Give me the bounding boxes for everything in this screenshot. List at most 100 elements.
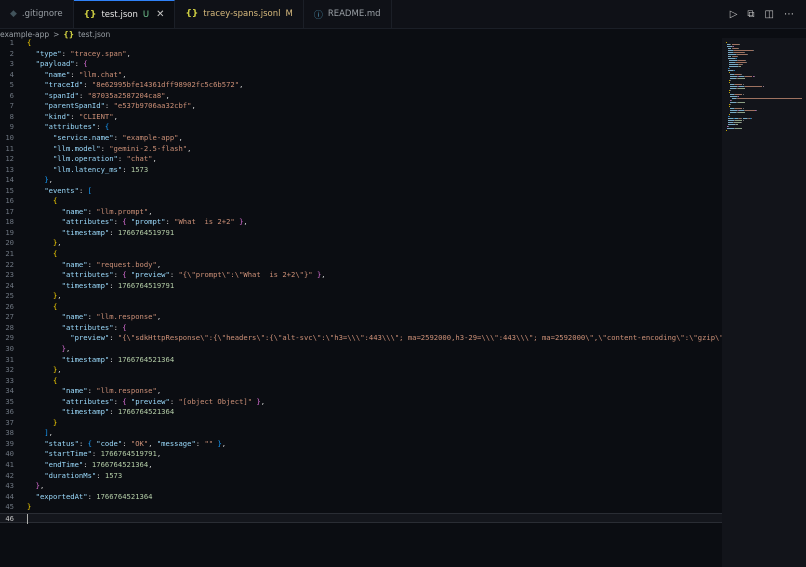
code-line[interactable]: 12 "llm.operation": "chat",: [0, 154, 722, 165]
minimap-line: [729, 64, 738, 65]
minimap-line: [733, 46, 735, 47]
code-line[interactable]: 40 "startTime": 1766764519791,: [0, 449, 722, 460]
code-line[interactable]: 5 "traceId": "8e62995bfe14361dff98902fc5…: [0, 80, 722, 91]
minimap-line: [737, 98, 802, 99]
line-content: {: [52, 196, 58, 206]
code-line[interactable]: 7 "parentSpanId": "e537b9706aa32cbf",: [0, 101, 722, 112]
code-line[interactable]: 11 "llm.model": "gemini-2.5-flash",: [0, 144, 722, 155]
code-line[interactable]: 20 },: [0, 238, 722, 249]
close-icon[interactable]: ✕: [156, 9, 164, 20]
code-line[interactable]: 37 }: [0, 418, 722, 429]
code-line[interactable]: 8 "kind": "CLIENT",: [0, 112, 722, 123]
code-line[interactable]: 36 "timestamp": 1766764521364: [0, 407, 722, 418]
line-number: 38: [5, 428, 14, 438]
minimap-line: [742, 94, 744, 95]
code-line[interactable]: 38 ],: [0, 428, 722, 439]
line-number: 5: [9, 80, 14, 90]
code-line[interactable]: 19 "timestamp": 1766764519791: [0, 228, 722, 239]
code-line[interactable]: 6 "spanId": "87035a2587204ca8",: [0, 91, 722, 102]
line-content: "attributes": { "prompt": "What is 2+2" …: [61, 217, 248, 227]
minimap-line: [728, 68, 730, 69]
tab-readme[interactable]: ⓘ README.md: [304, 0, 392, 28]
minimap-line: [738, 44, 740, 45]
code-line[interactable]: 4 "name": "llm.chat",: [0, 70, 722, 81]
line-number: 22: [5, 259, 14, 269]
line-number: 39: [5, 438, 14, 448]
minimap-line: [735, 58, 737, 59]
code-line[interactable]: 41 "endTime": 1766764521364,: [0, 460, 722, 471]
tab-gitignore[interactable]: ◆ .gitignore: [0, 0, 74, 28]
code-line[interactable]: 32 },: [0, 365, 722, 376]
line-number: 1: [9, 38, 14, 47]
code-line[interactable]: 26 {: [0, 302, 722, 313]
tab-tracey-spans[interactable]: {} tracey-spans.jsonl M: [175, 0, 304, 28]
code-line[interactable]: 24 "timestamp": 1766764519791: [0, 281, 722, 292]
line-content: },: [35, 481, 45, 491]
line-number: 32: [5, 365, 14, 375]
code-line[interactable]: 31 "timestamp": 1766764521364: [0, 355, 722, 366]
line-number: 21: [5, 249, 14, 258]
line-number: 46: [5, 513, 14, 523]
minimap-line: [729, 106, 731, 107]
minimap[interactable]: [722, 38, 806, 567]
code-line[interactable]: 15 "events": [: [0, 186, 722, 197]
code-line[interactable]: 43 },: [0, 481, 722, 492]
code-line[interactable]: 22 "name": "request.body",: [0, 260, 722, 271]
code-line[interactable]: 35 "attributes": { "preview": "[object O…: [0, 397, 722, 408]
code-line[interactable]: 28 "attributes": {: [0, 323, 722, 334]
minimap-line: [745, 86, 763, 87]
code-line[interactable]: 10 "service.name": "example-app",: [0, 133, 722, 144]
line-number: 29: [5, 333, 14, 343]
code-line[interactable]: 33 {: [0, 376, 722, 387]
code-line[interactable]: 3 "payload": {: [0, 59, 722, 70]
code-line[interactable]: 18 "attributes": { "prompt": "What is 2+…: [0, 217, 722, 228]
minimap-line: [752, 50, 754, 51]
code-line[interactable]: 14 },: [0, 175, 722, 186]
code-line[interactable]: 23 "attributes": { "preview": "{\"prompt…: [0, 270, 722, 281]
line-content: "payload": {: [35, 59, 88, 69]
line-number: 25: [5, 291, 14, 301]
minimap-line: [745, 60, 747, 61]
code-line[interactable]: 13 "llm.latency_ms": 1573: [0, 165, 722, 176]
code-line[interactable]: 25 },: [0, 291, 722, 302]
code-line[interactable]: 34 "name": "llm.response",: [0, 386, 722, 397]
code-line[interactable]: 29 "preview": "{\"sdkHttpResponse\":{\"h…: [0, 333, 801, 344]
line-number: 34: [5, 386, 14, 396]
split-compare-icon[interactable]: ⧉: [747, 9, 754, 20]
code-line[interactable]: 45}: [0, 502, 722, 513]
code-line[interactable]: 42 "durationMs": 1573: [0, 471, 722, 482]
line-number: 33: [5, 375, 14, 385]
line-number: 4: [9, 69, 14, 79]
code-line[interactable]: 39 "status": { "code": "OK", "message": …: [0, 439, 722, 450]
minimap-line: [729, 104, 731, 105]
minimap-line: [741, 122, 743, 123]
minimap-line: [734, 74, 742, 75]
code-line[interactable]: 46: [0, 512, 722, 524]
code-line[interactable]: 1{: [0, 38, 722, 49]
tab-test-json[interactable]: {} test.json U ✕: [73, 0, 176, 28]
json-icon: {}: [185, 9, 199, 19]
tab-label: README.md: [327, 9, 381, 19]
line-content: "name": "request.body",: [61, 259, 162, 269]
code-line[interactable]: 16 {: [0, 196, 722, 207]
minimap-line: [726, 42, 727, 43]
line-content: "timestamp": 1766764519791: [61, 227, 175, 237]
code-editor[interactable]: 1{2 "type": "tracey.span", 3 "payload": {…: [0, 38, 802, 567]
line-number: 3: [9, 59, 14, 69]
minimap-line: [729, 66, 739, 67]
code-line[interactable]: 2 "type": "tracey.span",: [0, 49, 722, 60]
code-line[interactable]: 44 "exportedAt": 1766764521364: [0, 492, 722, 503]
line-content: {: [27, 38, 32, 47]
code-line[interactable]: 21 {: [0, 249, 722, 260]
split-editor-icon[interactable]: ◫: [765, 9, 774, 20]
more-icon[interactable]: ⋯: [784, 9, 794, 20]
line-content: "traceId": "8e62995bfe14361dff98902fc5c6…: [44, 80, 244, 90]
minimap-line: [741, 64, 743, 65]
minimap-line: [729, 90, 731, 91]
code-line[interactable]: 30 },: [0, 344, 722, 355]
code-line[interactable]: 27 "name": "llm.response",: [0, 312, 722, 323]
minimap-line: [733, 52, 744, 53]
code-line[interactable]: 9 "attributes": {: [0, 122, 722, 133]
run-icon[interactable]: ▷: [730, 9, 738, 20]
code-line[interactable]: 17 "name": "llm.prompt",: [0, 207, 722, 218]
